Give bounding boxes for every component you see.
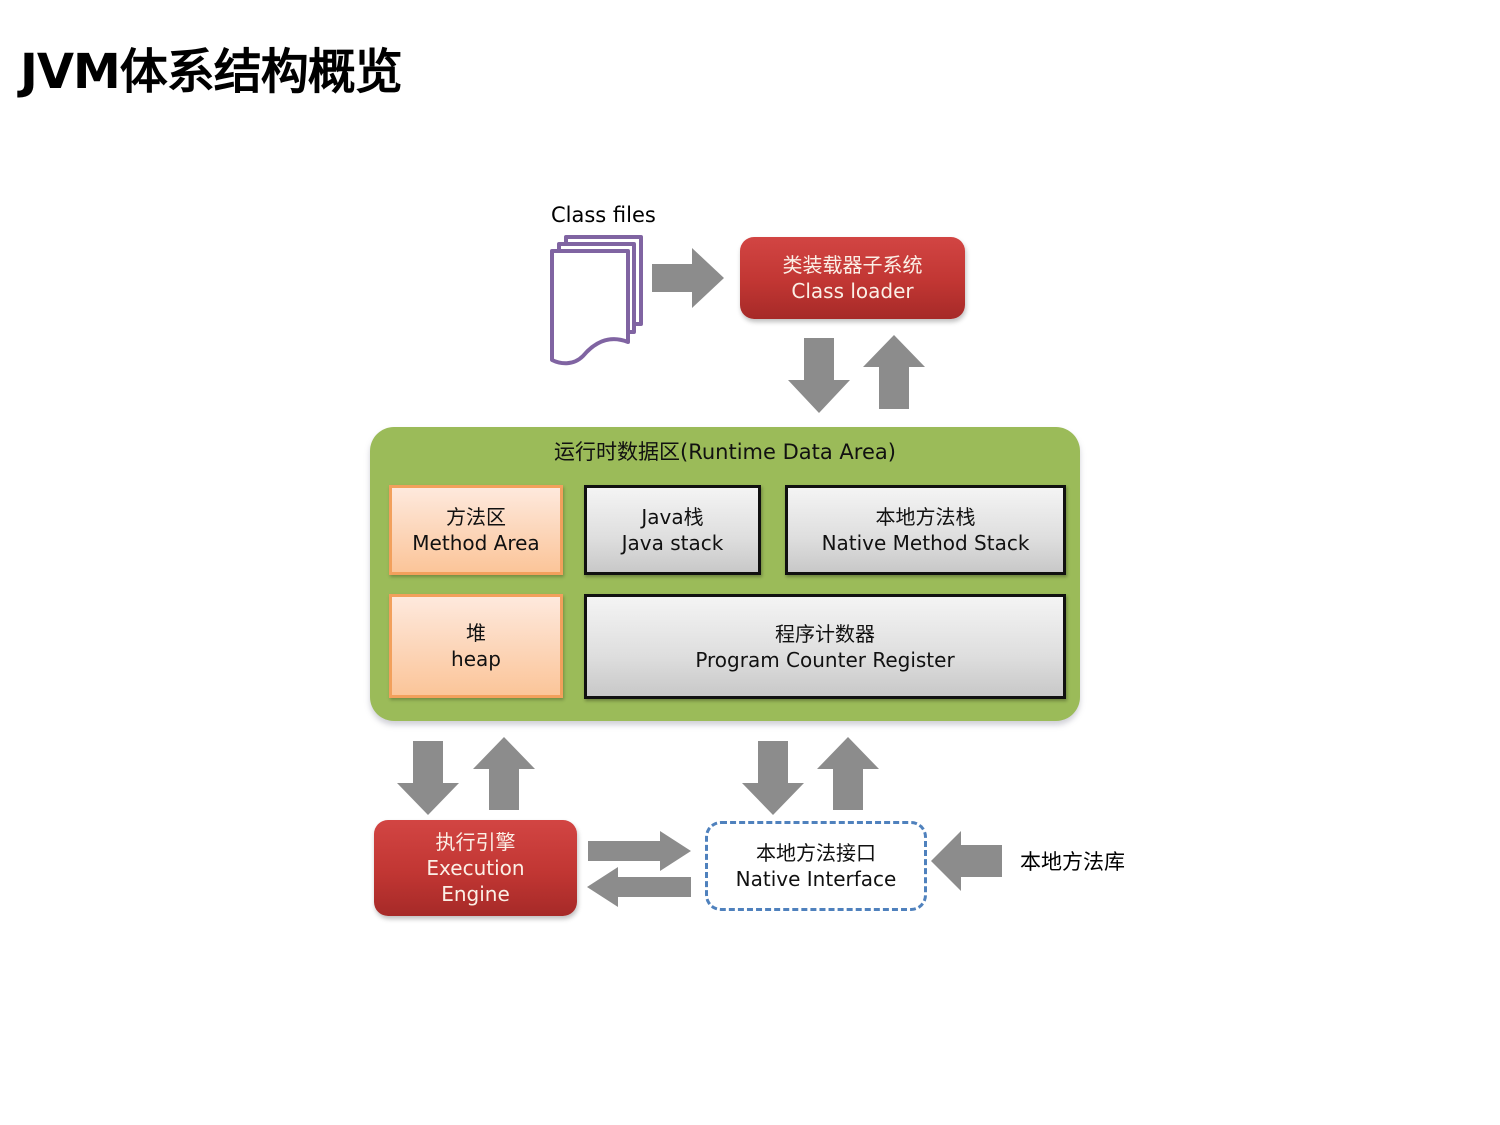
- arrow-down-to-execution-engine: [397, 741, 459, 815]
- arrow-up-to-class-loader: [863, 335, 925, 409]
- class-loader-box: 类装载器子系统 Class loader: [740, 237, 965, 319]
- java-stack-box: Java栈 Java stack: [584, 485, 761, 575]
- arrow-down-to-native-interface: [742, 741, 804, 815]
- native-interface-cn: 本地方法接口: [756, 841, 876, 865]
- native-interface-en: Native Interface: [735, 867, 897, 891]
- native-library-label: 本地方法库: [1020, 850, 1125, 874]
- execution-engine-en-2: Engine: [441, 882, 510, 906]
- method-area-box: 方法区 Method Area: [389, 485, 563, 575]
- program-counter-cn: 程序计数器: [775, 621, 875, 646]
- arrow-left-to-execution-engine: [587, 867, 691, 907]
- native-method-stack-cn: 本地方法栈: [875, 505, 976, 529]
- execution-engine-cn: 执行引擎: [435, 830, 516, 854]
- page-title: JVM体系结构概览: [20, 44, 403, 100]
- method-area-cn: 方法区: [446, 505, 506, 529]
- native-method-stack-box: 本地方法栈 Native Method Stack: [785, 485, 1066, 575]
- class-loader-en: Class loader: [791, 279, 914, 303]
- native-interface-box: 本地方法接口 Native Interface: [705, 821, 927, 911]
- stacked-documents-icon: [550, 235, 643, 366]
- native-method-stack-en: Native Method Stack: [821, 531, 1030, 555]
- java-stack-cn: Java栈: [641, 505, 704, 529]
- execution-engine-box: 执行引擎 Execution Engine: [374, 820, 577, 916]
- arrow-up-to-runtime-right: [817, 737, 879, 810]
- program-counter-en: Program Counter Register: [695, 647, 955, 672]
- arrow-right-to-native-interface: [588, 831, 691, 871]
- runtime-data-area-title: 运行时数据区(Runtime Data Area): [554, 440, 896, 464]
- program-counter-box: 程序计数器 Program Counter Register: [584, 594, 1066, 699]
- heap-cn: 堆: [466, 621, 486, 645]
- execution-engine-en-1: Execution: [426, 856, 525, 880]
- arrow-left-from-native-library: [931, 831, 1002, 891]
- class-loader-cn: 类装载器子系统: [782, 253, 923, 277]
- class-files-label: Class files: [551, 203, 656, 227]
- java-stack-en: Java stack: [621, 531, 724, 555]
- runtime-data-area: 运行时数据区(Runtime Data Area) 方法区 Method Are…: [370, 427, 1080, 721]
- heap-box: 堆 heap: [389, 594, 563, 698]
- arrow-right-to-class-loader: [652, 248, 724, 308]
- arrow-down-to-runtime: [788, 338, 850, 413]
- arrow-up-to-runtime-left: [473, 737, 535, 810]
- heap-en: heap: [451, 647, 501, 671]
- method-area-en: Method Area: [412, 531, 540, 555]
